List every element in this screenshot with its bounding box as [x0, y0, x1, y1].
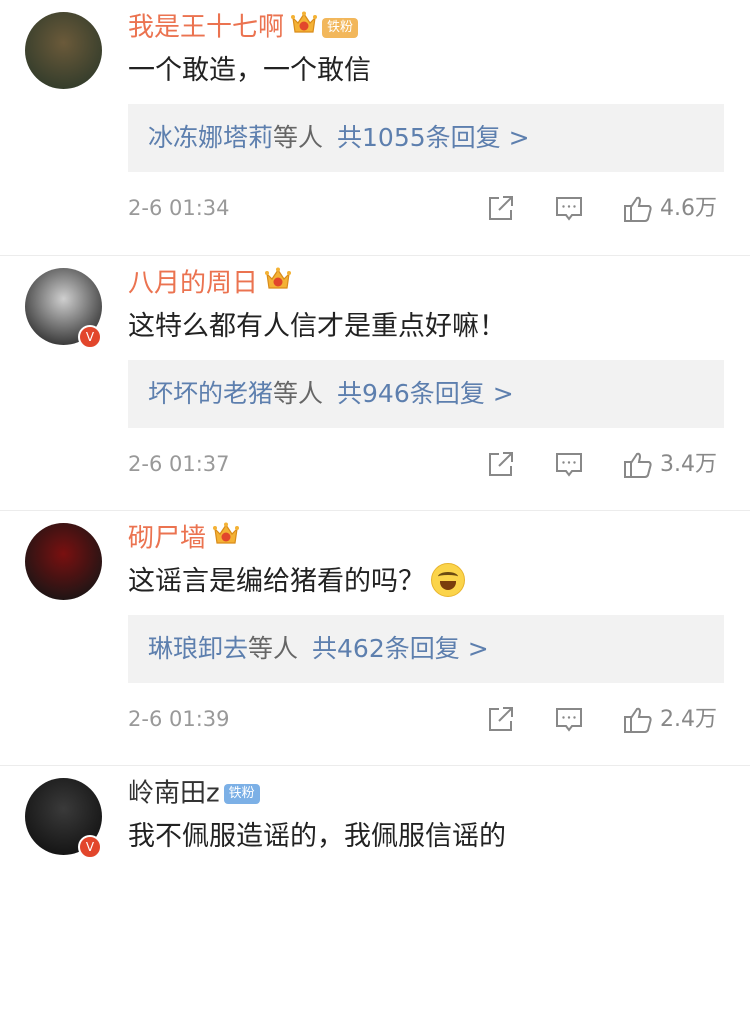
comment-item: 砌尸墙这谣言是编给猪看的吗？ 琳琅卸去等人 共462条回复 > 2-6 01:39 2.… — [0, 510, 750, 765]
timestamp: 2-6 01:37 — [128, 452, 230, 476]
username[interactable]: 我是王十七啊 — [128, 13, 284, 43]
comment-text: 我不佩服造谣的，我佩服信谣的 — [128, 818, 506, 856]
reply-suffix: 等人 — [273, 379, 324, 408]
share-icon[interactable] — [486, 193, 516, 227]
thumbs-up-icon — [622, 452, 654, 478]
like-count: 3.4万 — [660, 451, 717, 477]
comment-text-body: 一个敢造，一个敢信 — [128, 55, 371, 86]
comment-meta: 2-6 01:37 3.4万 — [0, 447, 750, 481]
share-icon[interactable] — [486, 449, 516, 483]
comment-text: 这谣言是编给猪看的吗？ — [128, 563, 465, 601]
replies-summary[interactable]: 琳琅卸去等人 共462条回复 > — [128, 615, 724, 683]
fan-badge: 铁粉 — [223, 783, 260, 804]
replies-summary[interactable]: 坏坏的老猪等人 共946条回复 > — [128, 360, 724, 428]
username-row: 八月的周日 — [128, 265, 292, 301]
reply-usernames[interactable]: 琳琅卸去 — [148, 634, 248, 663]
comment-feed: 我是王十七啊 铁粉 一个敢造，一个敢信 冰冻娜塔莉等人 共1055条回复 >2-6 01… — [0, 0, 750, 1020]
like-button[interactable]: 2.4万 — [622, 702, 717, 736]
comment-meta: 2-6 01:34 4.6万 — [0, 191, 750, 225]
view-replies-link[interactable]: 共946条回复 > — [337, 379, 514, 408]
fan-badge: 铁粉 — [322, 17, 359, 38]
crown-icon — [212, 521, 240, 557]
like-count: 2.4万 — [660, 706, 717, 732]
comment-icon[interactable] — [554, 193, 584, 227]
timestamp: 2-6 01:39 — [128, 707, 230, 731]
verified-v-icon: V — [78, 325, 102, 349]
username[interactable]: 岭南田z — [128, 779, 220, 809]
comment-text: 这特么都有人信才是重点好嘛！ — [128, 308, 506, 346]
like-button[interactable]: 3.4万 — [622, 447, 717, 481]
username[interactable]: 八月的周日 — [128, 269, 258, 299]
avatar[interactable] — [25, 523, 102, 600]
reply-usernames[interactable]: 冰冻娜塔莉 — [148, 123, 273, 152]
thumbs-up-icon — [622, 196, 654, 222]
view-replies-link[interactable]: 共1055条回复 > — [337, 123, 530, 152]
reply-suffix: 等人 — [248, 634, 299, 663]
crown-icon — [264, 266, 292, 302]
replies-summary[interactable]: 冰冻娜塔莉等人 共1055条回复 > — [128, 104, 724, 172]
comment-item: V 岭南田z 铁粉我不佩服造谣的，我佩服信谣的 — [0, 765, 750, 1020]
reply-usernames[interactable]: 坏坏的老猪 — [148, 379, 273, 408]
like-count: 4.6万 — [660, 195, 717, 221]
username-row: 我是王十七啊 铁粉 — [128, 9, 359, 46]
timestamp: 2-6 01:34 — [128, 196, 230, 220]
like-button[interactable]: 4.6万 — [622, 191, 717, 225]
comment-text-body: 我不佩服造谣的，我佩服信谣的 — [128, 821, 506, 852]
share-icon[interactable] — [486, 704, 516, 738]
username[interactable]: 砌尸墙 — [128, 524, 206, 554]
comment-item: 我是王十七啊 铁粉一个敢造，一个敢信冰冻娜塔莉等人 共1055条回复 > 2-6 01… — [0, 0, 750, 255]
username-row: 砌尸墙 — [128, 520, 240, 556]
reply-suffix: 等人 — [273, 123, 324, 152]
avatar[interactable] — [25, 12, 102, 89]
thumbs-up-icon — [622, 707, 654, 733]
laugh-cry-emoji-icon — [431, 563, 465, 597]
verified-v-icon: V — [78, 835, 102, 859]
view-replies-link[interactable]: 共462条回复 > — [312, 634, 489, 663]
comment-text: 一个敢造，一个敢信 — [128, 52, 371, 90]
username-row: 岭南田z 铁粉 — [128, 775, 260, 811]
comment-icon[interactable] — [554, 449, 584, 483]
comment-icon[interactable] — [554, 704, 584, 738]
crown-icon — [290, 10, 318, 46]
comment-meta: 2-6 01:39 2.4万 — [0, 702, 750, 736]
comment-text-body: 这特么都有人信才是重点好嘛！ — [128, 311, 506, 342]
comment-text-body: 这谣言是编给猪看的吗？ — [128, 566, 425, 597]
comment-item: V 八月的周日这特么都有人信才是重点好嘛！ 坏坏的老猪等人 共946条回复 > 2-6 … — [0, 255, 750, 510]
